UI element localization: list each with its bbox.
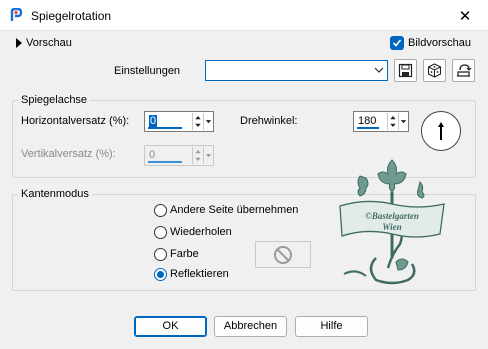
close-icon: ✕ [458, 7, 472, 25]
reset-icon [457, 64, 472, 77]
watermark-logo: ©Bastelgarten Wien [339, 159, 445, 285]
settings-combo[interactable] [205, 60, 388, 81]
spiegelachse-label: Spiegelachse [18, 94, 91, 106]
checkmark-icon [392, 39, 402, 47]
bildvorschau-checkbox[interactable] [390, 36, 404, 50]
app-icon [10, 8, 23, 21]
reset-button[interactable] [452, 59, 475, 82]
radio-andere-seite-label[interactable]: Andere Seite übernehmen [170, 204, 298, 216]
angle-dial[interactable] [420, 110, 462, 152]
ok-button[interactable]: OK [134, 316, 207, 337]
save-icon [398, 63, 413, 78]
drehwinkel-slider-bar [357, 127, 379, 129]
slider-dropdown-icon[interactable] [398, 113, 408, 130]
dice-icon [427, 63, 442, 78]
vertikal-label: Vertikalversatz (%): [21, 148, 116, 160]
drehwinkel-value[interactable]: 180 [358, 115, 376, 127]
vorschau-toggle[interactable]: Vorschau [26, 37, 72, 49]
horizontal-value[interactable]: 0 [149, 115, 158, 127]
title-bar: Spiegelrotation ✕ [0, 0, 488, 31]
spin-arrows-icon [192, 147, 201, 164]
random-button[interactable] [423, 59, 446, 82]
radio-reflektieren[interactable] [154, 268, 167, 281]
slider-dropdown-icon [203, 147, 212, 164]
watermark-line1: ©Bastelgarten [365, 211, 419, 221]
radio-farbe-label[interactable]: Farbe [170, 248, 199, 260]
window-title: Spiegelrotation [31, 9, 112, 23]
chevron-down-icon [374, 67, 384, 73]
slider-dropdown-icon[interactable] [203, 113, 213, 130]
horizontal-label: Horizontalversatz (%): [21, 115, 130, 127]
kantenmodus-label: Kantenmodus [18, 188, 92, 200]
drehwinkel-label: Drehwinkel: [240, 115, 298, 127]
radio-reflektieren-label[interactable]: Reflektieren [170, 268, 229, 280]
expand-triangle-icon[interactable] [15, 38, 23, 48]
settings-label: Einstellungen [114, 65, 181, 77]
save-preset-button[interactable] [394, 59, 417, 82]
vertikal-value: 0 [149, 149, 156, 161]
close-button[interactable]: ✕ [442, 0, 488, 31]
disabled-icon [274, 245, 292, 264]
watermark-line2: Wien [382, 222, 401, 232]
radio-farbe[interactable] [154, 248, 167, 261]
spin-arrows-icon[interactable] [192, 113, 203, 130]
help-button[interactable]: Hilfe [295, 316, 368, 337]
horizontal-spinbox[interactable]: 0 [144, 111, 214, 132]
color-swatch [255, 241, 311, 268]
vertikal-spinbox: 0 [144, 145, 214, 166]
radio-wiederholen[interactable] [154, 226, 167, 239]
drehwinkel-spinbox[interactable]: 180 [353, 111, 409, 132]
cancel-button[interactable]: Abbrechen [214, 316, 287, 337]
bildvorschau-label[interactable]: Bildvorschau [408, 37, 471, 49]
horizontal-slider-bar [148, 127, 182, 129]
radio-andere-seite[interactable] [154, 204, 167, 217]
vertikal-slider-bar [148, 161, 182, 163]
radio-wiederholen-label[interactable]: Wiederholen [170, 226, 232, 238]
spin-arrows-icon[interactable] [387, 113, 398, 130]
